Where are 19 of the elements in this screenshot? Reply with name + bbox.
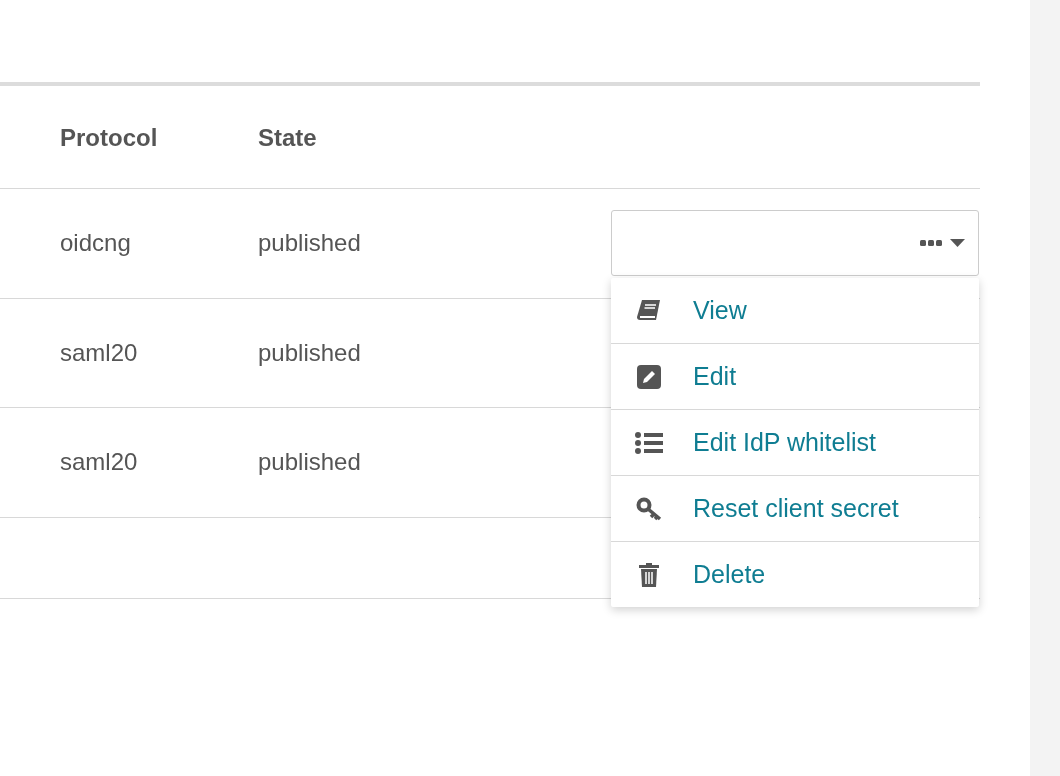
menu-item[interactable]: Edit <box>611 344 979 410</box>
table-cell-text: saml20 <box>60 448 139 477</box>
column-header[interactable]: Protocol <box>60 124 258 152</box>
table-cell-text: oidcng <box>60 229 132 258</box>
pencil-icon <box>635 364 663 389</box>
table-cell-text: published <box>258 229 362 258</box>
menu-item[interactable]: Edit IdP whitelist <box>611 410 979 476</box>
menu-item[interactable]: View <box>611 278 979 344</box>
key-icon <box>635 496 663 521</box>
table-cell-text: saml20 <box>60 338 139 367</box>
more-caret-icon <box>920 237 966 249</box>
list-icon <box>635 431 663 454</box>
menu-item[interactable]: Reset client secret <box>611 476 979 542</box>
column-header[interactable]: State <box>258 124 458 152</box>
book-icon <box>635 298 663 323</box>
table-cell-text: published <box>258 338 362 367</box>
menu-item[interactable]: Delete <box>611 542 979 607</box>
actions-dropdown-button[interactable] <box>611 210 979 276</box>
table-cell-text: published <box>258 448 362 477</box>
